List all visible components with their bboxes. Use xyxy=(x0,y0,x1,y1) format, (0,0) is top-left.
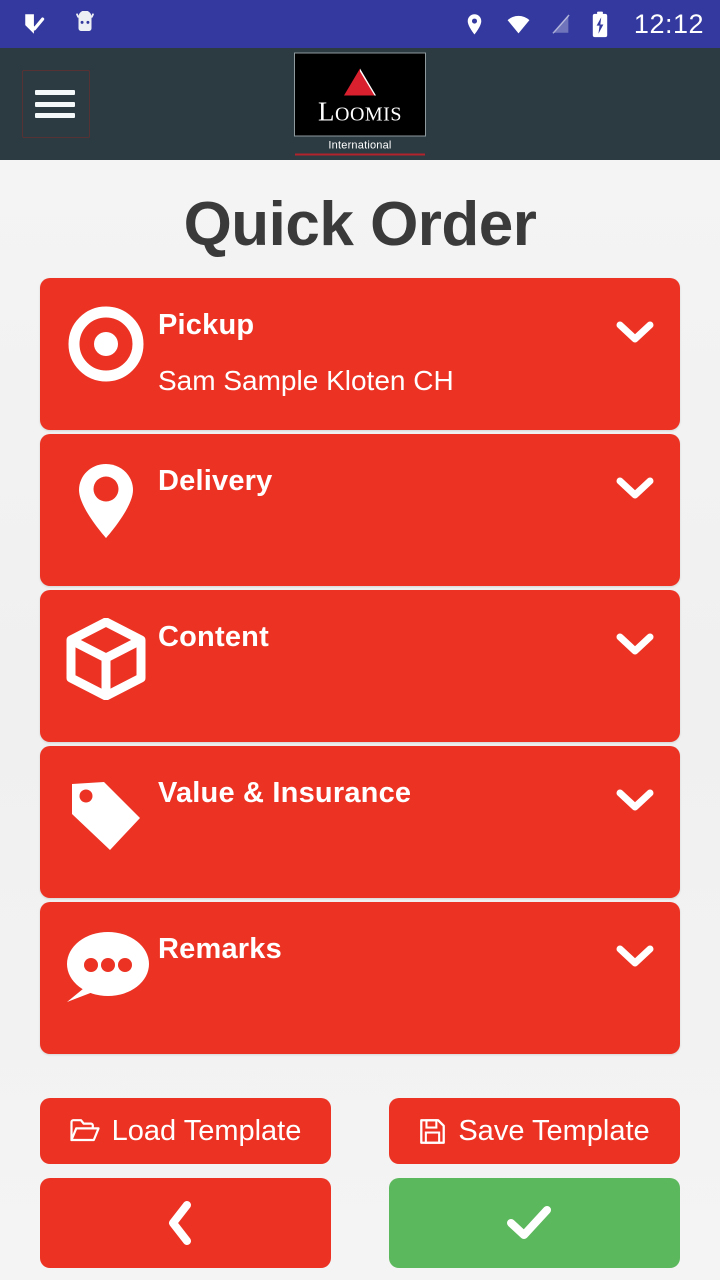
card-delivery[interactable]: Delivery xyxy=(40,434,680,586)
no-sim-icon xyxy=(552,13,570,34)
android-robot-icon xyxy=(76,11,94,32)
floppy-save-icon xyxy=(420,1118,446,1144)
card-title: Content xyxy=(158,621,269,653)
card-title: Remarks xyxy=(158,933,282,965)
save-template-label: Save Template xyxy=(458,1114,650,1147)
map-pin-icon xyxy=(60,460,152,566)
card-title: Value & Insurance xyxy=(158,777,412,809)
box-cube-icon xyxy=(60,616,152,722)
card-pickup[interactable]: Pickup Sam Sample Kloten CH xyxy=(40,278,680,430)
status-bar-system-icons: 12:12 xyxy=(462,8,704,39)
chevron-down-icon[interactable] xyxy=(616,632,654,656)
pyramid-logo-icon xyxy=(344,68,376,96)
app-bar: LOOMIS International xyxy=(0,48,720,160)
confirm-button[interactable] xyxy=(389,1178,680,1268)
chevron-left-icon xyxy=(168,1201,191,1245)
price-tag-icon xyxy=(60,772,152,878)
save-template-button[interactable]: Save Template xyxy=(389,1098,680,1164)
card-title: Delivery xyxy=(158,465,273,497)
check-icon xyxy=(506,1206,551,1239)
chevron-down-icon[interactable] xyxy=(616,944,654,968)
card-pickup-body: Pickup Sam Sample Kloten CH xyxy=(152,304,660,410)
card-remarks[interactable]: Remarks xyxy=(40,902,680,1054)
status-bar: 12:12 xyxy=(0,0,720,48)
loomis-logo: LOOMIS International xyxy=(294,52,426,156)
card-title: Pickup xyxy=(158,309,255,341)
card-content-body: Content xyxy=(152,616,660,722)
menu-button[interactable] xyxy=(0,48,110,160)
logo-subtitle: International xyxy=(328,139,392,152)
logo-wordmark-cap: L xyxy=(318,96,336,127)
card-subtitle: Sam Sample Kloten CH xyxy=(158,364,454,396)
quick-order-screen: 12:12 LOOMIS International Quick Order P… xyxy=(0,0,720,1280)
logo-wordmark-rest: OOMIS xyxy=(335,103,402,126)
load-template-button[interactable]: Load Template xyxy=(40,1098,331,1164)
card-value-insurance-body: Value & Insurance xyxy=(152,772,660,878)
battery-charging-icon xyxy=(592,11,608,37)
page-title: Quick Order xyxy=(183,190,537,259)
chevron-down-icon[interactable] xyxy=(616,788,654,812)
status-bar-notifications xyxy=(22,11,98,37)
action-buttons: Load Template Save Template xyxy=(0,1098,720,1268)
card-value-insurance[interactable]: Value & Insurance xyxy=(40,746,680,898)
open-folder-icon xyxy=(70,1119,100,1142)
chevron-down-icon[interactable] xyxy=(616,320,654,344)
load-template-label: Load Template xyxy=(111,1114,302,1147)
logo-box: LOOMIS xyxy=(294,52,426,137)
status-bar-clock: 12:12 xyxy=(633,8,704,39)
section-card-list: Pickup Sam Sample Kloten CH Delivery Con… xyxy=(0,278,720,1054)
logo-wordmark: LOOMIS xyxy=(318,96,402,127)
wifi-icon xyxy=(507,15,530,33)
card-remarks-body: Remarks xyxy=(152,928,660,1034)
target-radio-icon xyxy=(60,304,152,410)
card-delivery-body: Delivery xyxy=(152,460,660,566)
logo-underline xyxy=(295,153,425,156)
checkbox-badge-icon xyxy=(25,14,45,34)
chevron-down-icon[interactable] xyxy=(616,476,654,500)
back-button[interactable] xyxy=(40,1178,331,1268)
speech-bubble-icon xyxy=(60,928,152,1034)
hamburger-menu-icon xyxy=(35,90,75,118)
location-icon xyxy=(467,13,482,34)
card-content[interactable]: Content xyxy=(40,590,680,742)
